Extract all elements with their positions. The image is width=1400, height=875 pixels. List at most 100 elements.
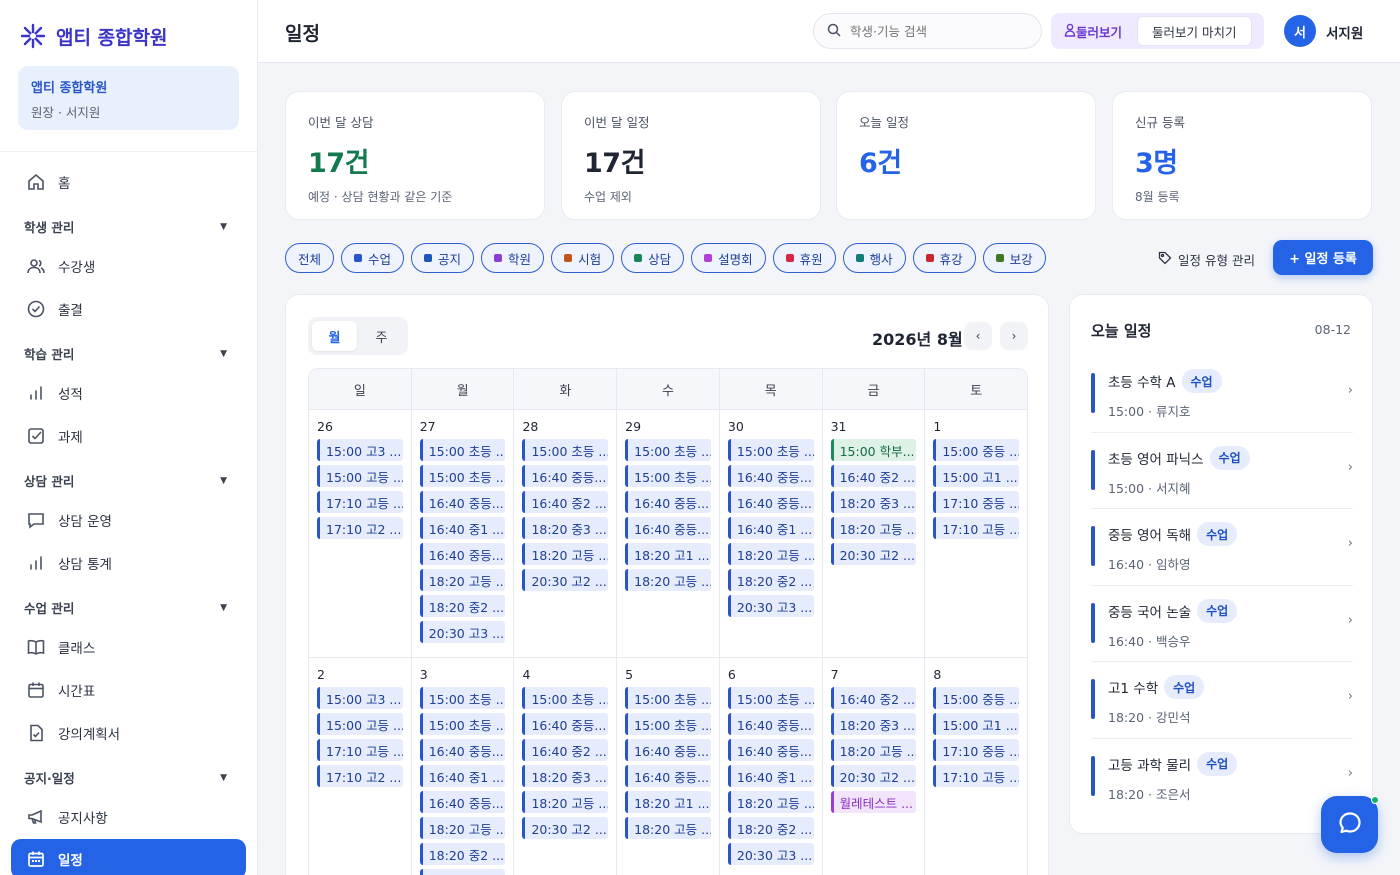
today-item[interactable]: 초등 영어 파닉스 수업 15:00 · 서지혜 › — [1091, 433, 1353, 509]
filter-chip[interactable]: 전체 — [285, 243, 335, 273]
calendar-event[interactable]: 17:10 중등 ... — [933, 491, 1020, 513]
calendar-event[interactable]: 17:10 고등 ... — [933, 517, 1020, 539]
calendar-event[interactable]: 15:00 초등 ... — [419, 687, 506, 709]
calendar-event[interactable]: 18:20 고등 ... — [419, 569, 506, 591]
calendar-event[interactable]: 20:30 고3 ... — [727, 843, 814, 865]
calendar-event[interactable]: 15:00 초등 ... — [625, 439, 711, 461]
calendar-event[interactable]: 15:00 고1 ... — [933, 465, 1020, 487]
browse-stop-button[interactable]: 둘러보기 마치기 — [1137, 16, 1252, 46]
calendar-event[interactable]: 18:20 중2 ... — [419, 595, 506, 617]
calendar-event[interactable]: 16:40 중등... — [625, 739, 711, 761]
next-month-button[interactable]: › — [1000, 322, 1028, 350]
view-month-button[interactable]: 월 — [312, 321, 357, 351]
calendar-event[interactable]: 20:30 고3 ... — [419, 869, 506, 875]
filter-chip[interactable]: 휴강 — [912, 243, 976, 273]
filter-chip[interactable]: 학원 — [481, 243, 545, 273]
calendar-event[interactable]: 15:00 중등 ... — [933, 439, 1020, 461]
calendar-day[interactable]: 26 15:00 고3 ... 15:00 고등 ... 17:10 고등 ... 17… — [309, 410, 412, 657]
stat-card[interactable]: 이번 달 상담 17건 예정 · 상담 현황과 같은 기준 — [285, 91, 545, 220]
calendar-day[interactable]: 4 15:00 초등 ... 16:40 중등... 16:40 중2 ... 18:2… — [514, 658, 618, 875]
today-item[interactable]: 고등 과학 물리 수업 18:20 · 조은서 › — [1091, 739, 1353, 816]
calendar-event[interactable]: 16:40 중2 ... — [830, 687, 917, 709]
calendar-event[interactable]: 18:20 고1 ... — [625, 543, 711, 565]
calendar-event[interactable]: 18:20 고등 ... — [625, 817, 711, 839]
search-box[interactable] — [813, 13, 1042, 49]
filter-chip[interactable]: 상담 — [621, 243, 685, 273]
calendar-event[interactable]: 17:10 중등 ... — [933, 739, 1020, 761]
calendar-event[interactable]: 15:00 중등 ... — [933, 687, 1020, 709]
calendar-event[interactable]: 18:20 고등 ... — [419, 817, 506, 839]
sidebar-group-learning[interactable]: 학습 관리 ▼ — [0, 330, 257, 371]
calendar-event[interactable]: 18:20 중3 ... — [830, 491, 917, 513]
view-week-button[interactable]: 주 — [359, 321, 404, 351]
calendar-event[interactable]: 16:40 중1 ... — [727, 517, 814, 539]
calendar-event[interactable]: 15:00 초등 ... — [522, 687, 609, 709]
type-manage-button[interactable]: 일정 유형 관리 — [1158, 250, 1255, 269]
today-item[interactable]: 중등 영어 독해 수업 16:40 · 임하영 › — [1091, 509, 1353, 586]
calendar-event[interactable]: 15:00 학부... — [830, 439, 917, 461]
sidebar-group-notice[interactable]: 공지·일정 ▼ — [0, 754, 257, 795]
brand[interactable]: 앱티 종합학원 — [20, 22, 168, 50]
today-item[interactable]: 중등 국어 논술 수업 16:40 · 백승우 › — [1091, 586, 1353, 662]
calendar-event[interactable]: 16:40 중등... — [419, 739, 506, 761]
chat-button[interactable] — [1321, 796, 1378, 853]
calendar-event[interactable]: 18:20 중3 ... — [522, 765, 609, 787]
sidebar-item-syllabus[interactable]: 강의계획서 — [0, 711, 257, 754]
sidebar-item-attendance[interactable]: 출결 — [0, 287, 257, 330]
calendar-event[interactable]: 18:20 고등 ... — [830, 739, 917, 761]
sidebar-group-counsel[interactable]: 상담 관리 ▼ — [0, 457, 257, 498]
calendar-day[interactable]: 7 16:40 중2 ... 18:20 중3 ... 18:20 고등 ... 20:… — [823, 658, 926, 875]
calendar-event[interactable]: 20:30 고3 ... — [727, 595, 814, 617]
filter-chip[interactable]: 행사 — [842, 243, 906, 273]
calendar-event[interactable]: 15:00 초등 ... — [727, 687, 814, 709]
sidebar-group-class[interactable]: 수업 관리 ▼ — [0, 584, 257, 625]
calendar-event[interactable]: 20:30 고2 ... — [830, 543, 917, 565]
sidebar-item-grades[interactable]: 성적 — [0, 371, 257, 414]
sidebar-item-homework[interactable]: 과제 — [0, 414, 257, 457]
calendar-event[interactable]: 월레테스트 ... — [830, 791, 917, 813]
calendar-day[interactable]: 28 15:00 초등 ... 16:40 중등... 16:40 중2 ... 18:… — [514, 410, 618, 657]
calendar-day[interactable]: 3 15:00 초등 ... 15:00 초등 ... 16:40 중등... 16:4… — [412, 658, 515, 875]
sidebar-item-notices[interactable]: 공지사항 — [0, 795, 257, 838]
sidebar-item-home[interactable]: 홈 — [0, 160, 257, 203]
calendar-day[interactable]: 29 15:00 초등 ... 15:00 초등 ... 16:40 중등... 16:… — [617, 410, 720, 657]
calendar-event[interactable]: 15:00 고1 ... — [933, 713, 1020, 735]
avatar[interactable]: 서 — [1284, 15, 1316, 47]
sidebar-item-classes[interactable]: 클래스 — [0, 625, 257, 668]
calendar-event[interactable]: 18:20 고등 ... — [727, 543, 814, 565]
calendar-event[interactable]: 18:20 중3 ... — [522, 517, 609, 539]
calendar-event[interactable]: 17:10 고등 ... — [933, 765, 1020, 787]
search-input[interactable] — [850, 23, 1020, 39]
calendar-day[interactable]: 2 15:00 고3 ... 15:00 고등 ... 17:10 고등 ... 17:… — [309, 658, 412, 875]
calendar-event[interactable]: 16:40 중등... — [419, 791, 506, 813]
filter-chip[interactable]: 수업 — [341, 243, 405, 273]
calendar-event[interactable]: 20:30 고2 ... — [522, 569, 609, 591]
calendar-event[interactable]: 16:40 중등... — [727, 465, 814, 487]
calendar-event[interactable]: 16:40 중등... — [419, 491, 506, 513]
calendar-event[interactable]: 18:20 고등 ... — [727, 791, 814, 813]
calendar-event[interactable]: 16:40 중등... — [625, 765, 711, 787]
sidebar-item-schedule[interactable]: 일정 — [11, 839, 246, 875]
calendar-event[interactable]: 15:00 초등 ... — [419, 465, 506, 487]
calendar-event[interactable]: 17:10 고등 ... — [317, 739, 403, 761]
calendar-event[interactable]: 18:20 고등 ... — [830, 517, 917, 539]
calendar-day[interactable]: 8 15:00 중등 ... 15:00 고1 ... 17:10 중등 ... 17:… — [925, 658, 1027, 875]
calendar-event[interactable]: 18:20 고등 ... — [625, 569, 711, 591]
calendar-event[interactable]: 15:00 초등 ... — [522, 439, 609, 461]
filter-chip[interactable]: 설명회 — [691, 243, 766, 273]
calendar-event[interactable]: 15:00 초등 ... — [625, 713, 711, 735]
filter-chip[interactable]: 공지 — [411, 243, 475, 273]
filter-chip[interactable]: 시험 — [551, 243, 615, 273]
calendar-event[interactable]: 16:40 중1 ... — [419, 765, 506, 787]
calendar-day[interactable]: 31 15:00 학부... 16:40 중2 ... 18:20 중3 ... 18:… — [823, 410, 926, 657]
academy-card[interactable]: 앱티 종합학원 원장 · 서지원 — [18, 66, 239, 130]
calendar-event[interactable]: 17:10 고등 ... — [317, 491, 403, 513]
calendar-event[interactable]: 16:40 중2 ... — [522, 739, 609, 761]
calendar-day[interactable]: 27 15:00 초등 ... 15:00 초등 ... 16:40 중등... 16:… — [412, 410, 515, 657]
stat-card[interactable]: 신규 등록 3명 8월 등록 — [1112, 91, 1372, 220]
browse-button[interactable]: 둘러보기 — [1055, 17, 1131, 45]
sidebar-item-counsel-ops[interactable]: 상담 운영 — [0, 498, 257, 541]
add-schedule-button[interactable]: + 일정 등록 — [1273, 240, 1373, 275]
calendar-event[interactable]: 18:20 고1 ... — [625, 791, 711, 813]
calendar-event[interactable]: 18:20 중2 ... — [727, 569, 814, 591]
